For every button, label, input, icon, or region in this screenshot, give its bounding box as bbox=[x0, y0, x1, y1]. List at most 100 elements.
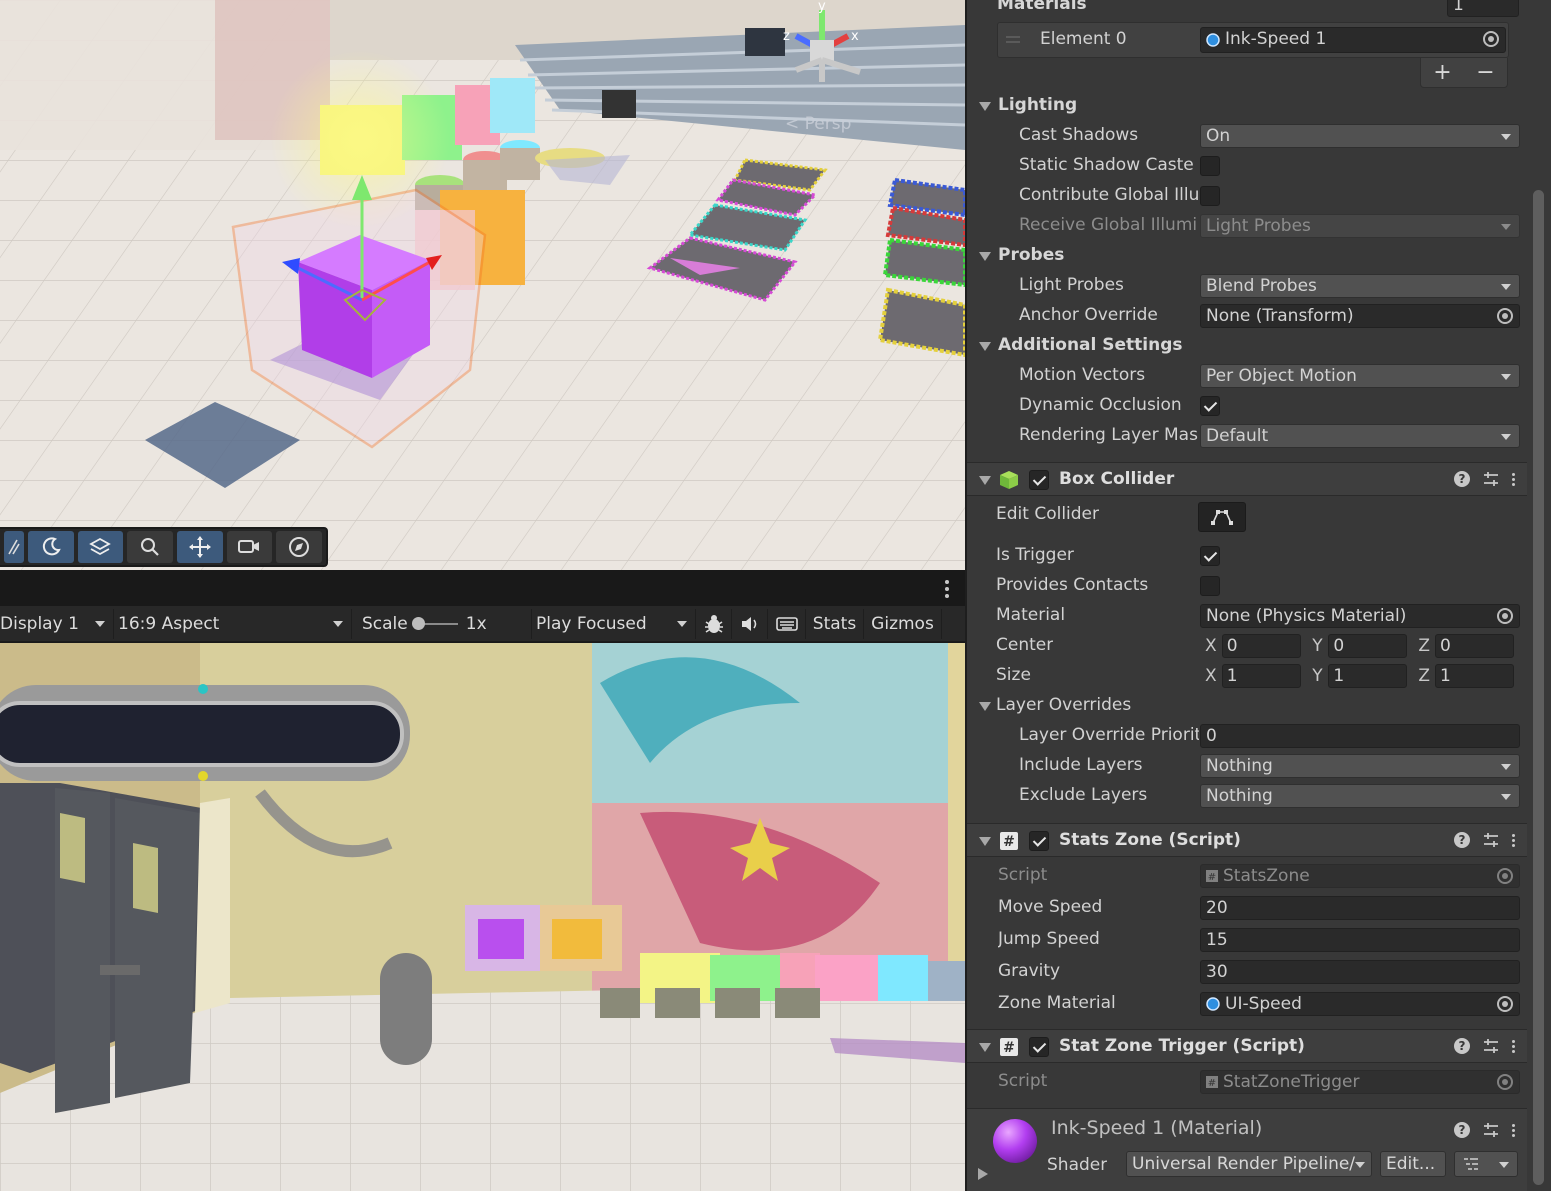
axis-z-label[interactable]: Z bbox=[1413, 634, 1435, 658]
stat-zone-trigger-header[interactable]: # Stat Zone Trigger (Script) ? bbox=[967, 1029, 1529, 1063]
jump-speed-input[interactable]: 15 bbox=[1200, 928, 1520, 952]
svg-text:#: # bbox=[1208, 1078, 1216, 1089]
move-speed-input[interactable]: 20 bbox=[1200, 896, 1520, 920]
camera-button[interactable] bbox=[226, 531, 273, 563]
kebab-menu-icon[interactable] bbox=[1512, 1038, 1515, 1055]
help-icon[interactable]: ? bbox=[1454, 471, 1470, 487]
materials-count-field[interactable]: 1 bbox=[1447, 0, 1519, 17]
scene-view[interactable]: z x y < Persp bbox=[0, 0, 965, 570]
aspect-dropdown[interactable]: 16:9 Aspect bbox=[114, 608, 352, 639]
object-picker-icon[interactable] bbox=[1497, 996, 1513, 1012]
help-icon[interactable]: ? bbox=[1454, 832, 1470, 848]
preset-icon[interactable] bbox=[1482, 831, 1500, 849]
rendering-layer-dropdown[interactable]: Default bbox=[1200, 424, 1520, 448]
is-trigger-checkbox[interactable] bbox=[1200, 546, 1220, 566]
shader-dropdown[interactable]: Universal Render Pipeline/ bbox=[1126, 1151, 1372, 1177]
stats-zone-header[interactable]: # Stats Zone (Script) ? bbox=[967, 823, 1529, 857]
layer-override-priority-input[interactable]: 0 bbox=[1200, 724, 1520, 748]
kebab-menu-icon[interactable] bbox=[1512, 1122, 1515, 1139]
element0-label: Element 0 bbox=[1040, 29, 1127, 49]
shader-edit-button[interactable]: Edit... bbox=[1380, 1151, 1446, 1177]
axis-x-label[interactable]: X bbox=[1200, 634, 1222, 658]
cast-shadows-dropdown[interactable]: On bbox=[1200, 124, 1520, 148]
lighting-foldout[interactable]: Lighting bbox=[967, 91, 1529, 121]
stats-button[interactable]: Stats bbox=[806, 608, 864, 639]
scale-slider[interactable] bbox=[411, 616, 458, 630]
preset-icon[interactable] bbox=[1482, 1037, 1500, 1055]
edit-collider-button[interactable] bbox=[1198, 502, 1246, 532]
shader-options-dropdown[interactable] bbox=[1454, 1151, 1518, 1177]
remove-element-button[interactable]: − bbox=[1476, 60, 1494, 85]
dynamic-occlusion-checkbox[interactable] bbox=[1200, 396, 1220, 416]
play-mode-dropdown[interactable]: Play Focused bbox=[532, 608, 696, 639]
scene-canvas[interactable]: z x y bbox=[0, 0, 965, 570]
stat-zone-trigger-enabled-checkbox[interactable] bbox=[1029, 1037, 1049, 1057]
axis-y-label[interactable]: Y bbox=[1307, 634, 1329, 658]
preset-icon[interactable] bbox=[1482, 1121, 1500, 1139]
size-x-input[interactable]: 1 bbox=[1221, 664, 1301, 688]
script-icon: # bbox=[1000, 1038, 1018, 1056]
inspector-scrollbar[interactable] bbox=[1527, 0, 1551, 1191]
help-icon[interactable]: ? bbox=[1454, 1122, 1470, 1138]
include-layers-dropdown[interactable]: Nothing bbox=[1200, 754, 1520, 778]
gravity-input[interactable]: 30 bbox=[1200, 960, 1520, 984]
contribute-gi-checkbox[interactable] bbox=[1200, 186, 1220, 206]
size-y-input[interactable]: 1 bbox=[1328, 664, 1408, 688]
materials-header[interactable]: Materials bbox=[997, 0, 1087, 14]
object-picker-icon[interactable] bbox=[1497, 308, 1513, 324]
more-options-icon[interactable] bbox=[945, 580, 949, 601]
drag-handle-icon[interactable] bbox=[1006, 35, 1020, 45]
object-picker-icon[interactable] bbox=[1483, 31, 1499, 47]
scrollbar-thumb[interactable] bbox=[1533, 190, 1544, 1185]
element0-field[interactable]: Ink-Speed 1 bbox=[1200, 27, 1506, 53]
gizmos-dropdown-arrow[interactable] bbox=[942, 609, 948, 639]
move-tool-button[interactable] bbox=[176, 531, 223, 563]
additional-settings-foldout[interactable]: Additional Settings bbox=[967, 331, 1529, 361]
stats-zone-enabled-checkbox[interactable] bbox=[1029, 831, 1049, 851]
axis-y-label[interactable]: Y bbox=[1307, 664, 1329, 688]
box-collider-header[interactable]: Box Collider ? bbox=[967, 462, 1529, 496]
audio-button[interactable] bbox=[732, 608, 768, 639]
static-shadow-checkbox[interactable] bbox=[1200, 156, 1220, 176]
foldout-right-icon[interactable] bbox=[977, 1167, 989, 1181]
preset-icon[interactable] bbox=[1482, 470, 1500, 488]
box-collider-enabled-checkbox[interactable] bbox=[1029, 470, 1049, 490]
object-picker-icon[interactable] bbox=[1497, 608, 1513, 624]
center-x-input[interactable]: 0 bbox=[1221, 634, 1301, 658]
keyboard-button[interactable] bbox=[768, 608, 806, 639]
game-view[interactable] bbox=[0, 643, 965, 1191]
layer-overrides-foldout[interactable]: Layer Overrides bbox=[967, 691, 1529, 721]
physics-material-field[interactable]: None (Physics Material) bbox=[1200, 604, 1520, 628]
anchor-override-field[interactable]: None (Transform) bbox=[1200, 304, 1520, 328]
help-icon[interactable]: ? bbox=[1454, 1038, 1470, 1054]
kebab-menu-icon[interactable] bbox=[1512, 471, 1515, 488]
display-dropdown[interactable]: Display 1 bbox=[0, 608, 114, 639]
probes-foldout[interactable]: Probes bbox=[967, 241, 1529, 271]
debug-button[interactable] bbox=[696, 608, 732, 639]
add-element-button[interactable]: + bbox=[1433, 60, 1451, 85]
shader-label: Shader bbox=[1047, 1155, 1108, 1175]
center-z-input[interactable]: 0 bbox=[1435, 634, 1514, 658]
exclude-layers-dropdown[interactable]: Nothing bbox=[1200, 784, 1520, 808]
motion-vectors-label: Motion Vectors bbox=[1019, 365, 1146, 385]
lighting-toggle-button[interactable] bbox=[27, 531, 74, 563]
material-element-row[interactable]: Element 0 Ink-Speed 1 bbox=[997, 22, 1509, 58]
compass-button[interactable] bbox=[276, 531, 322, 563]
motion-vectors-dropdown[interactable]: Per Object Motion bbox=[1200, 364, 1520, 388]
game-canvas[interactable] bbox=[0, 643, 965, 1191]
size-z-input[interactable]: 1 bbox=[1435, 664, 1514, 688]
kebab-menu-icon[interactable] bbox=[1512, 832, 1515, 849]
contribute-gi-label: Contribute Global Illu bbox=[1019, 185, 1199, 205]
light-probes-dropdown[interactable]: Blend Probes bbox=[1200, 274, 1520, 298]
search-button[interactable] bbox=[127, 531, 173, 563]
scale-control[interactable]: Scale 1x bbox=[352, 608, 532, 639]
grid-button[interactable] bbox=[4, 531, 24, 563]
axis-x-label[interactable]: X bbox=[1200, 664, 1222, 688]
zone-material-field[interactable]: UI-Speed bbox=[1200, 992, 1520, 1016]
gizmos-button[interactable]: Gizmos bbox=[864, 608, 942, 639]
axis-z-label[interactable]: Z bbox=[1413, 664, 1435, 688]
provides-contacts-checkbox[interactable] bbox=[1200, 576, 1220, 596]
persp-label[interactable]: < Persp bbox=[785, 114, 851, 134]
center-y-input[interactable]: 0 bbox=[1328, 634, 1408, 658]
layers-toggle-button[interactable] bbox=[77, 531, 124, 563]
